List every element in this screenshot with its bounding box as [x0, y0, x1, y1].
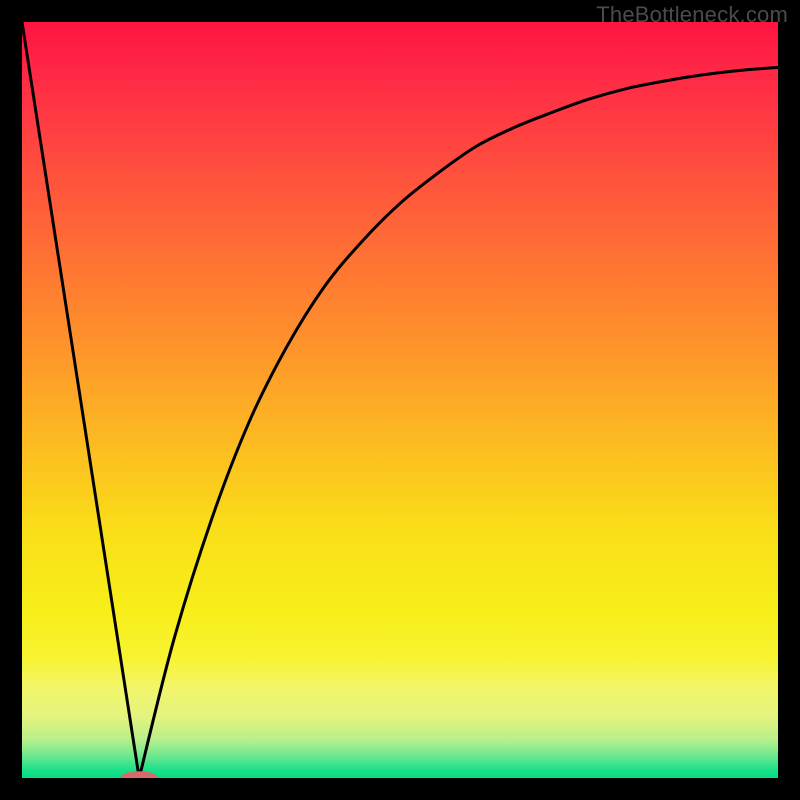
attribution-text: TheBottleneck.com: [596, 2, 788, 28]
chart-frame: TheBottleneck.com: [0, 0, 800, 800]
trough-marker: [120, 771, 158, 778]
bottleneck-curve: [22, 22, 778, 778]
plot-area: [22, 22, 778, 778]
